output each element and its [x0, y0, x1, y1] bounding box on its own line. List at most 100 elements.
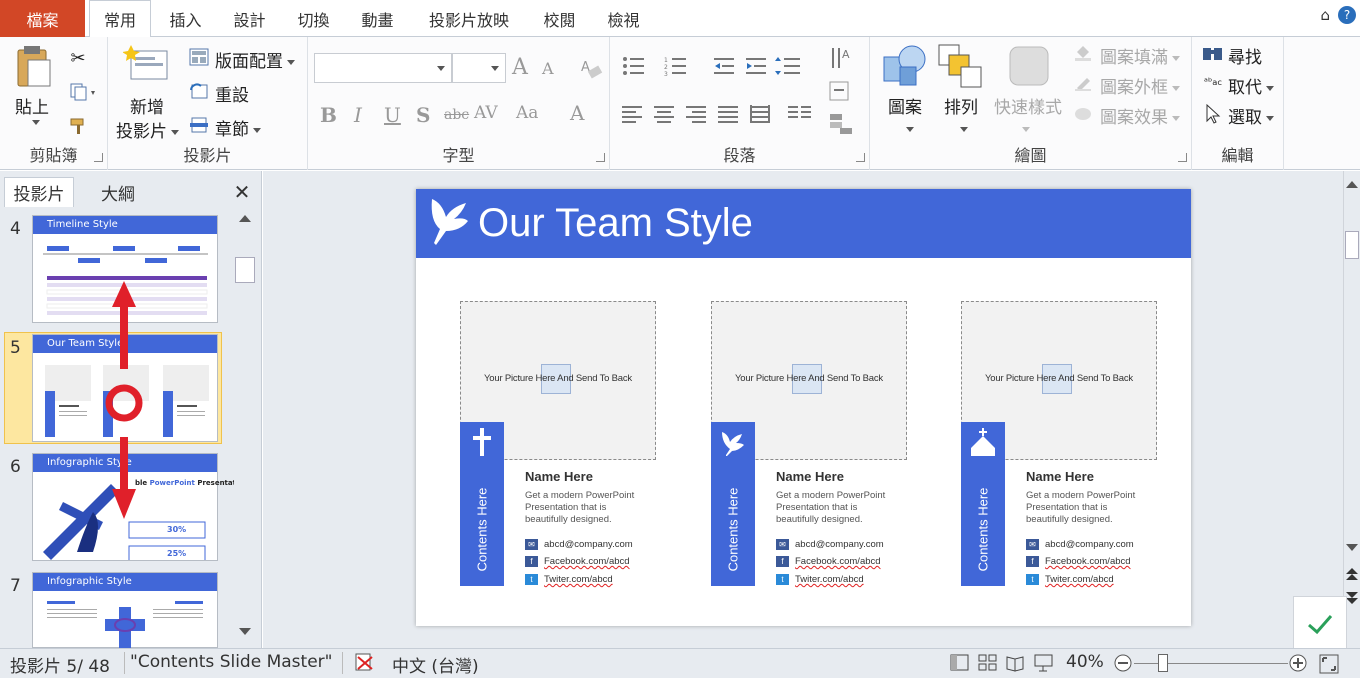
arrange-icon[interactable]: [936, 43, 986, 89]
clipboard-launcher-icon[interactable]: [94, 153, 103, 162]
select-button[interactable]: 選取: [1228, 103, 1274, 128]
member-name[interactable]: Name Here: [776, 469, 844, 484]
twitter-text[interactable]: Twiter.com/abcd: [544, 574, 613, 585]
tab-view[interactable]: 檢視: [596, 0, 651, 37]
scroll-up-icon[interactable]: [237, 213, 253, 223]
arrange-dropdown[interactable]: [956, 119, 968, 139]
align-center-icon[interactable]: [652, 103, 678, 125]
tab-review[interactable]: 校閱: [532, 0, 587, 37]
decrease-indent-icon[interactable]: [710, 55, 738, 77]
current-slide[interactable]: Our Team Style Your Picture Here And Sen…: [416, 189, 1191, 626]
slide-scrollbar[interactable]: [1343, 171, 1360, 648]
font-size-combo[interactable]: [452, 53, 506, 83]
shapes-dropdown[interactable]: [902, 119, 914, 139]
line-spacing-icon[interactable]: [772, 55, 806, 77]
twitter-text[interactable]: Twiter.com/abcd: [795, 574, 864, 585]
zoom-slider-thumb[interactable]: [1158, 654, 1168, 672]
scroll-thumb[interactable]: [235, 257, 255, 283]
slideshow-view-icon[interactable]: [1034, 654, 1054, 672]
text-shadow-icon[interactable]: S: [416, 103, 430, 127]
member-name[interactable]: Name Here: [1026, 469, 1094, 484]
previous-slide-icon[interactable]: [1345, 567, 1359, 581]
justify-icon[interactable]: [716, 103, 742, 125]
strikethrough-icon[interactable]: abc: [444, 107, 469, 123]
distributed-icon[interactable]: [748, 103, 774, 125]
scroll-down-icon[interactable]: [1345, 543, 1359, 553]
tab-animations[interactable]: 動畫: [350, 0, 405, 37]
paragraph-launcher-icon[interactable]: [856, 153, 865, 162]
new-slide-icon[interactable]: [122, 43, 172, 83]
binoculars-icon[interactable]: [1202, 43, 1224, 63]
bullets-icon[interactable]: [620, 55, 654, 77]
new-slide-label-1[interactable]: 新增: [130, 93, 164, 118]
align-left-icon[interactable]: [620, 103, 646, 125]
member-description[interactable]: Get a modern PowerPoint Presentation tha…: [1026, 490, 1151, 526]
facebook-text[interactable]: Facebook.com/abcd: [544, 556, 630, 567]
replace-button[interactable]: 取代: [1228, 73, 1274, 98]
slide-thumbnail-7[interactable]: Infographic Style: [32, 572, 218, 649]
scroll-up-icon[interactable]: [1345, 179, 1359, 189]
align-text-icon[interactable]: [826, 79, 856, 103]
next-slide-icon[interactable]: [1345, 591, 1359, 605]
italic-icon[interactable]: I: [354, 103, 362, 127]
tab-outline-pane[interactable]: 大綱: [80, 177, 156, 207]
tab-home[interactable]: 常用: [89, 0, 151, 38]
email-text[interactable]: abcd@company.com: [795, 539, 884, 550]
shape-outline-icon[interactable]: [1072, 73, 1094, 93]
slide-title[interactable]: Our Team Style: [478, 201, 753, 246]
thumbnail-scrollbar[interactable]: [234, 207, 256, 647]
section-button[interactable]: 章節: [215, 115, 261, 140]
text-direction-icon[interactable]: A: [826, 45, 856, 73]
shape-outline-button[interactable]: 圖案外框: [1100, 73, 1180, 98]
underline-icon[interactable]: U: [384, 103, 401, 127]
member-description[interactable]: Get a modern PowerPoint Presentation tha…: [525, 490, 650, 526]
scroll-down-icon[interactable]: [237, 627, 253, 637]
grow-font-icon[interactable]: A: [512, 55, 528, 80]
zoom-out-icon[interactable]: [1113, 653, 1133, 673]
font-name-combo[interactable]: [314, 53, 452, 83]
find-button[interactable]: 尋找: [1228, 43, 1262, 68]
close-pane-icon[interactable]: ✕: [228, 177, 256, 207]
section-icon[interactable]: [188, 115, 210, 135]
help-icon[interactable]: ?: [1338, 6, 1356, 24]
smartart-icon[interactable]: [826, 111, 856, 137]
select-cursor-icon[interactable]: [1202, 103, 1224, 125]
copy-icon[interactable]: [66, 81, 102, 103]
tab-transitions[interactable]: 切換: [286, 0, 341, 37]
shapes-button[interactable]: 圖案: [888, 93, 922, 118]
change-case-icon[interactable]: Aa: [516, 103, 538, 123]
language[interactable]: 中文 (台灣): [392, 652, 479, 677]
drawing-launcher-icon[interactable]: [1178, 153, 1187, 162]
layout-button[interactable]: 版面配置: [215, 47, 295, 72]
twitter-text[interactable]: Twiter.com/abcd: [1045, 574, 1114, 585]
reset-icon[interactable]: [188, 81, 210, 101]
align-right-icon[interactable]: [684, 103, 710, 125]
shape-fill-icon[interactable]: [1072, 43, 1094, 63]
facebook-text[interactable]: Facebook.com/abcd: [795, 556, 881, 567]
fit-to-window-icon[interactable]: [1318, 653, 1340, 675]
reset-button[interactable]: 重設: [215, 81, 249, 106]
bold-icon[interactable]: B: [320, 103, 337, 127]
paste-dropdown[interactable]: [28, 117, 40, 128]
tab-design[interactable]: 設計: [222, 0, 277, 37]
numbering-icon[interactable]: 123: [662, 55, 696, 77]
tab-file[interactable]: 檔案: [0, 0, 85, 37]
paste-button[interactable]: 貼上: [15, 93, 49, 118]
font-launcher-icon[interactable]: [596, 153, 605, 162]
email-text[interactable]: abcd@company.com: [1045, 539, 1134, 550]
tab-slides-pane[interactable]: 投影片: [4, 177, 74, 207]
shrink-font-icon[interactable]: A: [542, 59, 554, 78]
shape-effects-icon[interactable]: [1072, 103, 1094, 123]
paste-icon[interactable]: [12, 43, 56, 91]
quick-styles-button[interactable]: 快速樣式: [994, 93, 1062, 118]
columns-icon[interactable]: [786, 103, 816, 125]
tab-insert[interactable]: 插入: [158, 0, 213, 37]
increase-indent-icon[interactable]: [742, 55, 770, 77]
slide-sorter-icon[interactable]: [978, 654, 998, 672]
check-badge[interactable]: [1293, 596, 1347, 652]
spellcheck-icon[interactable]: [352, 651, 378, 673]
tab-slideshow[interactable]: 投影片放映: [414, 0, 524, 37]
email-text[interactable]: abcd@company.com: [544, 539, 633, 550]
arrange-button[interactable]: 排列: [944, 93, 978, 118]
shape-effects-button[interactable]: 圖案效果: [1100, 103, 1180, 128]
